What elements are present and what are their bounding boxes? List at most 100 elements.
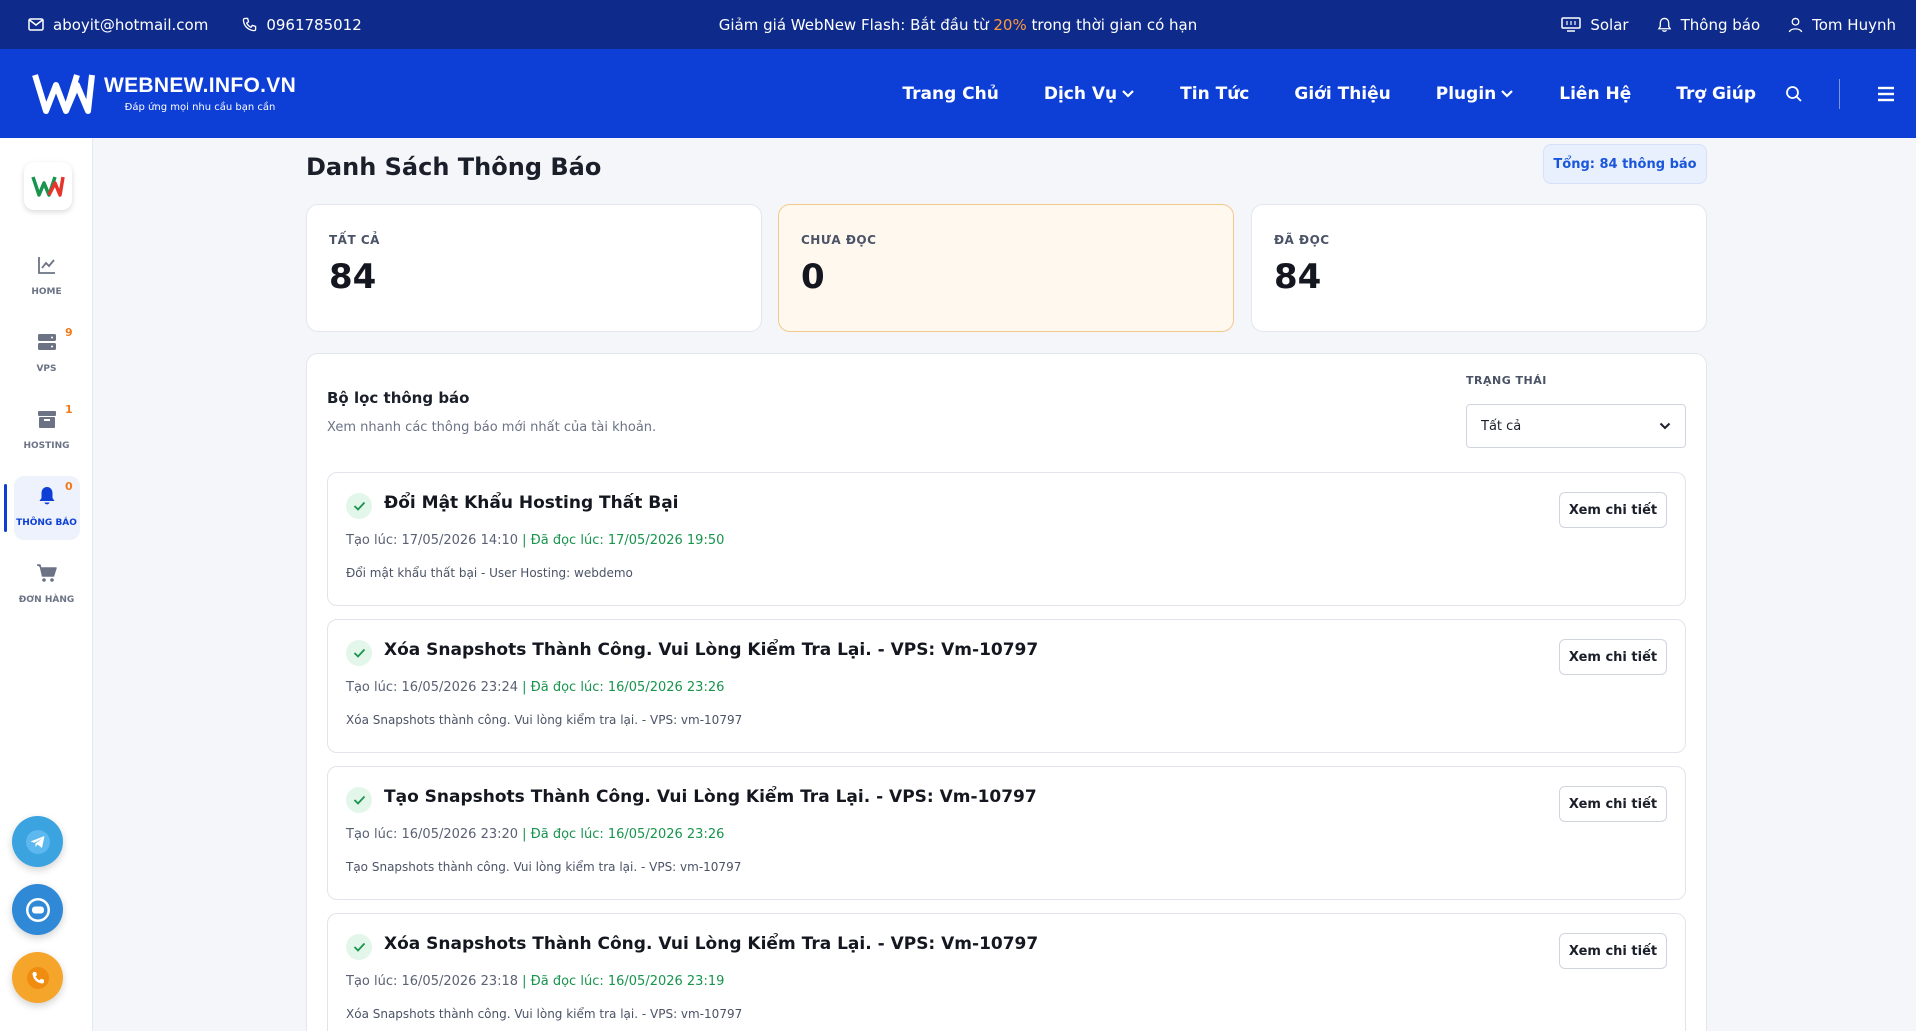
stat-value: 0 bbox=[801, 257, 825, 297]
status-filter-select[interactable]: Tất cả bbox=[1466, 404, 1686, 448]
notification-description: Xóa Snapshots thành công. Vui lòng kiểm … bbox=[346, 713, 743, 727]
status-filter-label: TRẠNG THÁI bbox=[1466, 374, 1547, 387]
notification-title: Xóa Snapshots Thành Công. Vui Lòng Kiểm … bbox=[384, 640, 1039, 660]
solar-label: Solar bbox=[1590, 15, 1629, 34]
check-icon bbox=[346, 493, 372, 519]
view-detail-button[interactable]: Xem chi tiết bbox=[1559, 492, 1667, 528]
phone-link[interactable]: 0961785012 bbox=[242, 15, 362, 34]
chevron-down-icon bbox=[1122, 89, 1134, 98]
solar-theme-button[interactable]: Solar bbox=[1561, 15, 1629, 34]
sidebar-item-label: VPS bbox=[36, 364, 57, 374]
user-icon bbox=[1788, 17, 1803, 32]
hamburger-menu-icon[interactable] bbox=[1876, 85, 1896, 103]
webnew-logo-icon bbox=[32, 74, 95, 114]
vps-count-badge: 9 bbox=[65, 326, 73, 339]
user-menu[interactable]: Tom Huynh bbox=[1788, 16, 1896, 34]
nav-news[interactable]: Tin Tức bbox=[1180, 84, 1249, 104]
read-time: | Đã đọc lúc: 16/05/2026 23:19 bbox=[522, 974, 725, 989]
notification-description: Tạo Snapshots thành công. Vui lòng kiểm … bbox=[346, 860, 742, 874]
nav-help-label: Trợ Giúp bbox=[1676, 83, 1756, 104]
view-detail-button[interactable]: Xem chi tiết bbox=[1559, 933, 1667, 969]
archive-box-icon bbox=[37, 411, 56, 428]
notification-title: Đổi Mật Khẩu Hosting Thất Bại bbox=[384, 493, 679, 513]
sidebar-item-notifications[interactable]: 0 THÔNG BÁO bbox=[0, 480, 93, 528]
notification-item: Tạo Snapshots Thành Công. Vui Lòng Kiểm … bbox=[327, 766, 1686, 900]
nav-about[interactable]: Giới Thiệu bbox=[1294, 84, 1390, 104]
read-time: | Đã đọc lúc: 17/05/2026 19:50 bbox=[522, 533, 725, 548]
stat-value: 84 bbox=[329, 257, 377, 297]
email-link[interactable]: aboyit@hotmail.com bbox=[28, 16, 208, 34]
created-time: Tạo lúc: 16/05/2026 23:20 bbox=[346, 827, 519, 842]
telegram-button[interactable] bbox=[12, 816, 63, 867]
nav-tools bbox=[1785, 78, 1896, 109]
sidebar-logo[interactable] bbox=[24, 162, 72, 210]
sidebar-item-label: HOSTING bbox=[23, 441, 70, 451]
bell-icon bbox=[39, 487, 54, 505]
nav-home-label: Trang Chủ bbox=[902, 83, 999, 104]
stat-label: CHƯA ĐỌC bbox=[801, 233, 877, 247]
check-icon bbox=[346, 787, 372, 813]
mail-icon bbox=[28, 18, 44, 31]
nav-services-label: Dịch Vụ bbox=[1043, 83, 1118, 104]
chevron-down-icon bbox=[1501, 89, 1514, 98]
monitor-icon bbox=[1561, 17, 1582, 32]
telegram-icon bbox=[25, 829, 50, 854]
site-logo[interactable]: WEBNEW.INFO.VN Đáp ứng mọi nhu cầu bạn c… bbox=[32, 71, 296, 115]
created-time: Tạo lúc: 16/05/2026 23:24 bbox=[346, 680, 519, 695]
sidebar-item-label: THÔNG BÁO bbox=[16, 518, 77, 528]
main-menu: Trang Chủ Dịch Vụ Tin Tức Giới Thiệu Plu… bbox=[902, 84, 1756, 104]
bell-icon bbox=[1657, 17, 1671, 32]
nav-divider bbox=[1839, 78, 1840, 109]
sidebar-item-hosting[interactable]: 1 HOSTING bbox=[0, 403, 93, 451]
top-bar: aboyit@hotmail.com 0961785012 Giảm giá W… bbox=[0, 0, 1916, 49]
promo-percent: 20% bbox=[993, 15, 1027, 34]
zalo-icon bbox=[25, 897, 50, 922]
nav-plugin-label: Plugin bbox=[1435, 83, 1497, 104]
nav-about-label: Giới Thiệu bbox=[1294, 83, 1391, 104]
notification-item: Đổi Mật Khẩu Hosting Thất Bại Tạo lúc: 1… bbox=[327, 472, 1686, 606]
phone-text: 0961785012 bbox=[266, 15, 362, 34]
nav-news-label: Tin Tức bbox=[1180, 83, 1250, 104]
brand-tagline: Đáp ứng mọi nhu cầu bạn cần bbox=[124, 101, 276, 113]
check-icon bbox=[346, 934, 372, 960]
promo-prefix: Giảm giá WebNew Flash: Bắt đầu từ bbox=[718, 15, 994, 34]
created-time: Tạo lúc: 17/05/2026 14:10 bbox=[346, 533, 519, 548]
notification-meta: Tạo lúc: 16/05/2026 23:18 | Đã đọc lúc: … bbox=[346, 974, 724, 989]
filter-subtitle: Xem nhanh các thông báo mới nhất của tài… bbox=[327, 420, 657, 435]
sidebar-item-vps[interactable]: 9 VPS bbox=[0, 326, 93, 374]
sidebar-item-label: ĐƠN HÀNG bbox=[18, 595, 75, 605]
nav-contact[interactable]: Liên Hệ bbox=[1559, 84, 1631, 104]
nav-help[interactable]: Trợ Giúp bbox=[1676, 84, 1756, 104]
server-icon bbox=[37, 334, 56, 350]
view-detail-button[interactable]: Xem chi tiết bbox=[1559, 639, 1667, 675]
chart-line-icon bbox=[37, 257, 55, 274]
notifications-panel: Bộ lọc thông báo Xem nhanh các thông báo… bbox=[306, 353, 1707, 1031]
nav-services[interactable]: Dịch Vụ bbox=[1044, 84, 1135, 104]
nav-home[interactable]: Trang Chủ bbox=[902, 84, 998, 104]
notification-item: Xóa Snapshots Thành Công. Vui Lòng Kiểm … bbox=[327, 619, 1686, 753]
view-detail-button[interactable]: Xem chi tiết bbox=[1559, 786, 1667, 822]
nav-plugin[interactable]: Plugin bbox=[1436, 84, 1515, 104]
notification-meta: Tạo lúc: 16/05/2026 23:20 | Đã đọc lúc: … bbox=[346, 827, 724, 842]
notification-meta: Tạo lúc: 16/05/2026 23:24 | Đã đọc lúc: … bbox=[346, 680, 724, 695]
notification-title: Tạo Snapshots Thành Công. Vui Lòng Kiểm … bbox=[384, 787, 1037, 807]
zalo-button[interactable] bbox=[12, 884, 63, 935]
notification-title: Xóa Snapshots Thành Công. Vui Lòng Kiểm … bbox=[384, 934, 1039, 954]
notification-description: Đổi mật khẩu thất bại - User Hosting: we… bbox=[346, 566, 633, 580]
notifications-link[interactable]: Thông báo bbox=[1657, 16, 1760, 34]
status-filter-value: Tất cả bbox=[1481, 418, 1522, 434]
stat-label: ĐÃ ĐỌC bbox=[1274, 233, 1330, 247]
brand-name: WEBNEW.INFO.VN bbox=[104, 73, 297, 97]
chevron-down-icon bbox=[1659, 422, 1671, 430]
shopping-cart-icon bbox=[36, 564, 57, 582]
notification-meta: Tạo lúc: 17/05/2026 14:10 | Đã đọc lúc: … bbox=[346, 533, 724, 548]
sidebar-item-orders[interactable]: ĐƠN HÀNG bbox=[0, 561, 93, 605]
notifications-count-badge: 0 bbox=[65, 480, 73, 493]
search-icon[interactable] bbox=[1785, 85, 1803, 103]
call-button[interactable] bbox=[12, 952, 63, 1003]
stat-card-unread: CHƯA ĐỌC 0 bbox=[778, 204, 1234, 332]
phone-icon bbox=[243, 17, 257, 32]
stat-label: TẤT CẢ bbox=[329, 233, 380, 247]
nav-contact-label: Liên Hệ bbox=[1559, 83, 1632, 104]
sidebar-item-home[interactable]: HOME bbox=[0, 253, 93, 297]
